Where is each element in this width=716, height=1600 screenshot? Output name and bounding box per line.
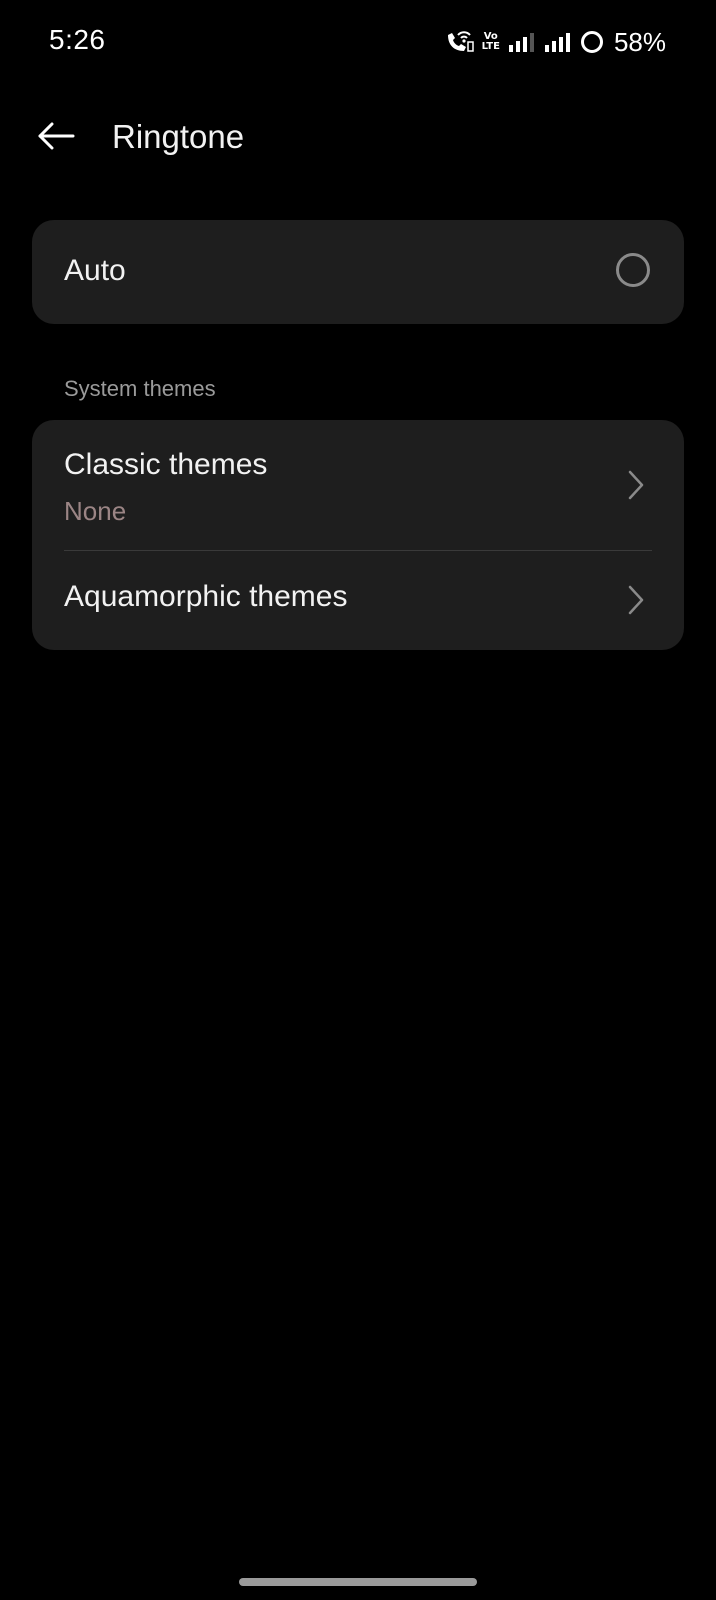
chevron-right-icon (626, 469, 646, 501)
page-title: Ringtone (112, 118, 245, 155)
auto-option-row[interactable]: Auto (32, 220, 684, 324)
signal-sim2-icon (544, 31, 572, 53)
wifi-calling-icon (444, 29, 474, 55)
system-themes-card: Classic themes None Aquamorphic themes (32, 420, 684, 650)
arrow-left-icon (37, 121, 75, 156)
battery-ring-icon (580, 30, 604, 54)
home-gesture-bar[interactable] (239, 1578, 477, 1586)
auto-card: Auto (32, 220, 684, 324)
aquamorphic-themes-row[interactable]: Aquamorphic themes (32, 551, 684, 650)
app-bar: Ringtone (0, 100, 716, 176)
classic-themes-row[interactable]: Classic themes None (32, 420, 684, 550)
chevron-right-icon (626, 584, 646, 616)
status-time: 5:26 (49, 24, 106, 55)
volte-bottom-text: LTE (481, 41, 500, 52)
classic-themes-value: None (64, 496, 127, 526)
signal-sim1-icon (508, 31, 536, 53)
auto-option-label: Auto (64, 254, 126, 287)
aquamorphic-themes-label: Aquamorphic themes (64, 580, 348, 613)
section-header-system-themes: System themes (64, 376, 216, 401)
classic-themes-label: Classic themes (64, 448, 268, 481)
status-bar: 5:26 Vo LTE 58% (0, 0, 716, 84)
status-icons: Vo LTE 58% (444, 22, 666, 62)
back-button[interactable] (28, 112, 84, 164)
battery-percent: 58% (613, 26, 666, 57)
auto-radio-button[interactable] (616, 253, 650, 287)
volte-icon: Vo LTE (482, 32, 500, 52)
